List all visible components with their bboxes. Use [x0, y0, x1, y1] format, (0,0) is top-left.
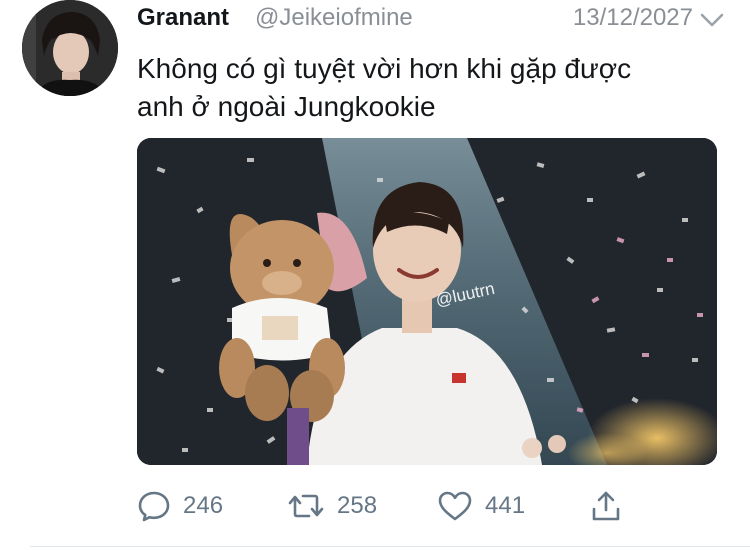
tweet-text-line: Không có gì tuyệt vời hơn khi gặp được	[137, 53, 632, 84]
author-name[interactable]: Granant	[137, 4, 229, 32]
tweet-card[interactable]: Granant @Jeikeiofmine 13/12/2027 Không c…	[0, 0, 750, 550]
reply-icon	[138, 491, 170, 522]
tweet-actions: 246 258 441	[137, 486, 727, 530]
like-count: 441	[485, 492, 526, 519]
tweet-header: Granant @Jeikeiofmine 13/12/2027	[137, 4, 727, 36]
like-button[interactable]: 441	[437, 486, 525, 526]
avatar-image	[22, 0, 118, 96]
retweet-icon	[288, 494, 324, 518]
heart-icon	[438, 491, 472, 521]
reply-count: 246	[183, 492, 224, 519]
tweet-date[interactable]: 13/12/2027	[573, 4, 693, 32]
share-button[interactable]	[589, 486, 623, 526]
retweet-button[interactable]: 258	[287, 486, 377, 526]
divider	[30, 546, 750, 547]
reply-button[interactable]: 246	[137, 486, 223, 526]
share-icon	[592, 491, 620, 521]
chevron-down-icon[interactable]	[699, 10, 725, 30]
tweet-media-photo[interactable]: @luutrn	[137, 138, 717, 465]
avatar[interactable]	[22, 0, 118, 96]
concert-photo: @luutrn	[137, 138, 717, 465]
tweet-text: Không có gì tuyệt vời hơn khi gặp được a…	[137, 50, 727, 126]
tweet-text-line: anh ở ngoài Jungkookie	[137, 91, 436, 122]
retweet-count: 258	[337, 492, 378, 519]
author-handle[interactable]: @Jeikeiofmine	[255, 4, 413, 32]
